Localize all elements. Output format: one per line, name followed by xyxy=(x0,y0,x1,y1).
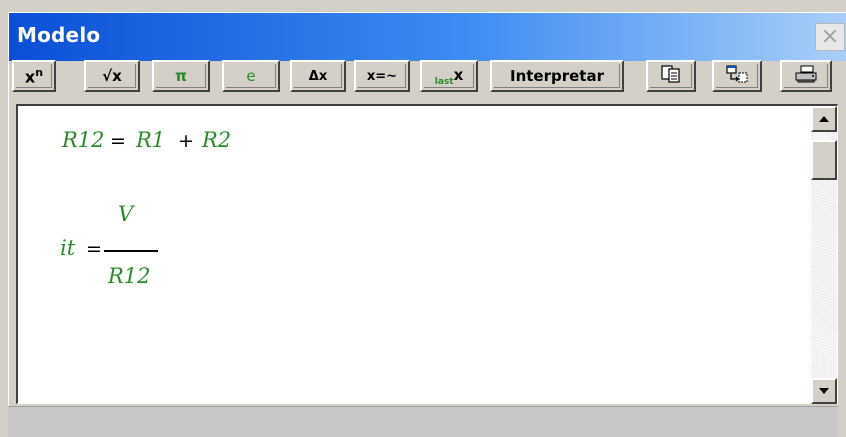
fraction-bar xyxy=(104,250,158,252)
model-editor[interactable]: R12 = R1 + R2 V it = R12 xyxy=(16,104,838,404)
vertical-scrollbar[interactable] xyxy=(811,106,837,404)
power-button[interactable]: xn xyxy=(12,60,56,92)
interpretar-button[interactable]: Interpretar xyxy=(490,60,624,92)
eq1-term-b: R2 xyxy=(202,128,232,152)
eq2-equals: = xyxy=(86,238,102,260)
export-button[interactable] xyxy=(712,60,762,92)
e-constant-icon: e xyxy=(246,67,256,85)
scroll-thumb[interactable] xyxy=(811,140,837,180)
pi-button[interactable]: π xyxy=(152,60,210,92)
arrow-up-icon xyxy=(819,116,829,122)
scroll-down-button[interactable] xyxy=(811,378,837,404)
window-title: Modelo xyxy=(17,23,101,47)
print-icon xyxy=(793,64,819,88)
last-x-button[interactable]: lastx xyxy=(420,60,478,92)
status-bar xyxy=(8,406,838,437)
export-icon xyxy=(725,64,749,88)
eq2-denominator: R12 xyxy=(108,264,151,288)
print-button[interactable] xyxy=(780,60,832,92)
pi-icon: π xyxy=(175,67,187,85)
eq2-numerator: V xyxy=(118,202,134,226)
arrow-down-icon xyxy=(819,388,829,394)
eq1-term-a: R1 xyxy=(136,128,166,152)
approx-icon: x=~ xyxy=(366,68,398,84)
sqrt-button[interactable]: √x xyxy=(84,60,140,92)
close-icon: × xyxy=(820,24,840,49)
eq1-equals: = xyxy=(110,130,126,152)
delta-icon: Δx xyxy=(308,68,328,84)
last-x-icon: lastx xyxy=(434,65,464,87)
sqrt-icon: √x xyxy=(102,67,122,85)
toolbar: xn √x π e Δx x=~ lastx Interpretar xyxy=(6,60,836,94)
e-button[interactable]: e xyxy=(222,60,280,92)
eq1-lhs: R12 xyxy=(62,128,105,152)
copy-icon xyxy=(660,64,682,88)
power-icon: xn xyxy=(24,65,44,87)
close-button[interactable]: × xyxy=(815,23,845,51)
copy-button[interactable] xyxy=(646,60,696,92)
scroll-up-button[interactable] xyxy=(811,106,837,132)
delta-button[interactable]: Δx xyxy=(290,60,346,92)
eq2-lhs: it xyxy=(60,236,76,260)
title-bar[interactable]: Modelo × xyxy=(9,13,846,61)
eq1-plus: + xyxy=(178,130,194,152)
interpretar-label: Interpretar xyxy=(510,67,604,85)
approx-button[interactable]: x=~ xyxy=(354,60,410,92)
